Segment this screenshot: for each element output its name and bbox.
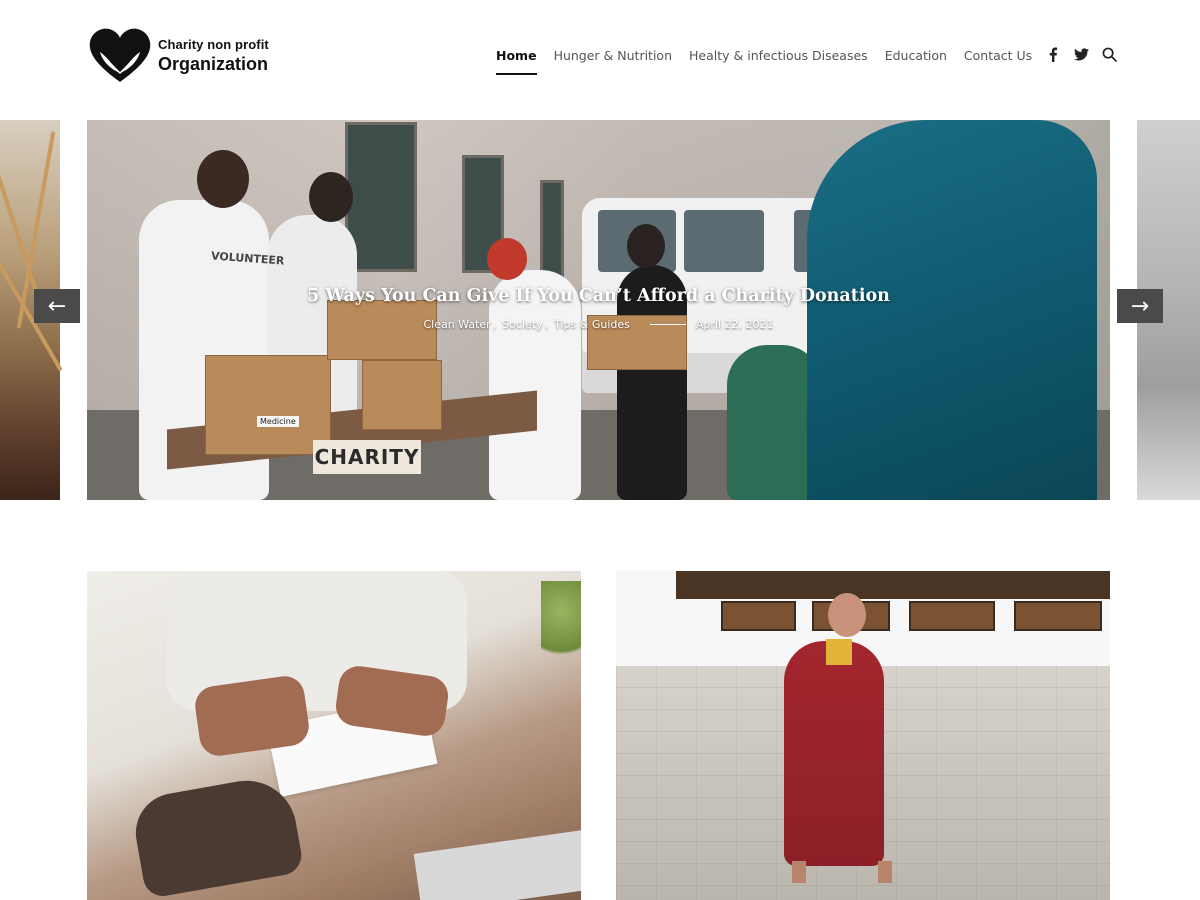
- arrow-right-icon: →: [1130, 293, 1150, 319]
- post-date: April 22, 2021: [695, 318, 774, 331]
- prayer-wheels: [909, 601, 995, 631]
- search-icon[interactable]: [1101, 46, 1117, 62]
- category-link-clean-water[interactable]: Clean Water: [423, 318, 490, 331]
- laptop: [413, 828, 581, 900]
- slide-meta: Clean Water , Society , Tips & Guides Ap…: [87, 318, 1110, 331]
- category-separator: ,: [492, 318, 497, 331]
- donation-box: [362, 360, 442, 430]
- heart-hands-logo-icon: [89, 28, 151, 82]
- site-logo[interactable]: Charity non profit Organization: [88, 26, 269, 84]
- slider-prev-button[interactable]: ←: [34, 289, 80, 323]
- featured-slider: Medicine VOLUNTEER CHARITY 5 Ways You Ca…: [0, 120, 1200, 500]
- main-nav: Home Hunger & Nutrition Healty & infecti…: [496, 48, 1049, 75]
- temple-roof: [676, 571, 1110, 599]
- post-card-image[interactable]: [616, 571, 1110, 900]
- facebook-icon[interactable]: [1045, 46, 1061, 62]
- volunteer-head: [197, 150, 249, 208]
- volunteer-head: [309, 172, 353, 222]
- monk-sash: [826, 639, 852, 665]
- category-separator: ,: [544, 318, 549, 331]
- prayer-wheels: [1014, 601, 1102, 631]
- charity-sign: CHARITY: [313, 440, 421, 474]
- slider-next-button[interactable]: →: [1117, 289, 1163, 323]
- header-actions: [1045, 46, 1117, 62]
- featured-slide-image[interactable]: Medicine VOLUNTEER CHARITY 5 Ways You Ca…: [87, 120, 1110, 500]
- brand-line-2: Organization: [158, 53, 269, 74]
- category-link-tips-guides[interactable]: Tips & Guides: [554, 318, 630, 331]
- monk-robe: [784, 641, 884, 866]
- nav-item-contact[interactable]: Contact Us: [964, 48, 1032, 75]
- monk-head: [828, 593, 866, 637]
- nav-item-home[interactable]: Home: [496, 48, 537, 75]
- arrow-left-icon: ←: [47, 293, 67, 319]
- volunteer-head: [627, 224, 665, 268]
- slide-caption: 5 Ways You Can Give If You Can’t Afford …: [87, 286, 1110, 331]
- meta-divider: [649, 324, 686, 325]
- foreground-hand: [129, 772, 305, 900]
- nav-item-education[interactable]: Education: [885, 48, 947, 75]
- slide-title-link[interactable]: 5 Ways You Can Give If You Can’t Afford …: [307, 286, 890, 306]
- nav-item-diseases[interactable]: Healty & infectious Diseases: [689, 48, 868, 75]
- box-label: Medicine: [257, 416, 299, 427]
- nav-item-hunger-nutrition[interactable]: Hunger & Nutrition: [554, 48, 672, 75]
- site-header: Charity non profit Organization Home Hun…: [0, 0, 1200, 120]
- monk-leg: [878, 861, 892, 883]
- monk-leg: [792, 861, 806, 883]
- twitter-icon[interactable]: [1073, 46, 1089, 62]
- prayer-wheels: [721, 601, 796, 631]
- post-card-image[interactable]: [87, 571, 581, 900]
- volunteer-head: [487, 238, 527, 280]
- brand-line-1: Charity non profit: [158, 36, 269, 52]
- building-window: [540, 180, 564, 278]
- plant: [541, 581, 581, 681]
- category-link-society[interactable]: Society: [502, 318, 542, 331]
